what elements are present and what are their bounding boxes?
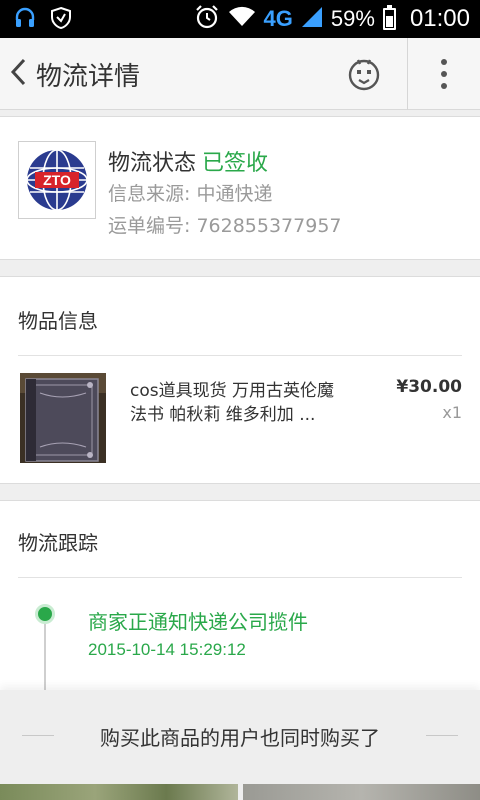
product-price: ¥30.00 xyxy=(396,377,462,397)
recommend-title: 购买此商品的用户也同时购买了 xyxy=(100,726,380,750)
more-dot xyxy=(441,59,447,65)
titlebar-divider xyxy=(407,38,408,110)
goods-info-card: 物品信息 cos道具现货 万用古英伦魔法书 帕秋莉 维多利加 ... ¥30.0… xyxy=(0,276,480,484)
info-source: 信息来源: 中通快递 xyxy=(108,183,273,205)
status-bar: 4G 59% 01:00 xyxy=(0,0,480,38)
timeline-line xyxy=(44,624,46,690)
product-thumbnail[interactable] xyxy=(20,373,106,463)
chevron-left-icon xyxy=(8,57,28,91)
product-quantity: x1 xyxy=(442,403,462,422)
page-title: 物流详情 xyxy=(36,61,141,92)
tracking-section-title: 物流跟踪 xyxy=(18,531,98,555)
recommend-product-image[interactable] xyxy=(243,784,480,800)
status-value: 已签收 xyxy=(202,151,269,176)
timeline-dot xyxy=(35,604,55,624)
clock: 01:00 xyxy=(409,5,470,32)
recommend-divider-right xyxy=(426,735,458,736)
goods-section-title: 物品信息 xyxy=(18,309,98,333)
logo-text: ZTO xyxy=(43,172,71,188)
logistics-status-card: ZTO 物流状态 已签收 信息来源: 中通快递 运单编号: 76285537795… xyxy=(0,116,480,260)
headset-icon xyxy=(14,6,36,34)
more-dot xyxy=(441,71,447,77)
recommend-product-image[interactable] xyxy=(0,784,238,800)
section-divider xyxy=(18,577,462,578)
more-menu-button[interactable] xyxy=(430,56,458,92)
signal-icon xyxy=(301,6,323,33)
waybill-number[interactable]: 运单编号: 762855377957 xyxy=(108,211,342,238)
wifi-icon xyxy=(228,6,256,33)
network-type: 4G xyxy=(263,6,293,31)
product-name[interactable]: cos道具现货 万用古英伦魔法书 帕秋莉 维多利加 ... xyxy=(130,379,350,427)
logistics-status: 物流状态 已签收 xyxy=(108,145,268,177)
tracking-event-time: 2015-10-14 15:29:12 xyxy=(88,640,246,659)
customer-service-button[interactable] xyxy=(344,54,384,94)
back-button[interactable]: 物流详情 xyxy=(0,38,140,110)
alarm-icon xyxy=(194,4,220,35)
shield-icon xyxy=(50,6,72,34)
section-divider xyxy=(18,355,462,356)
title-bar: 物流详情 xyxy=(0,38,480,110)
tracking-card: 物流跟踪 xyxy=(0,500,480,690)
status-label: 物流状态 xyxy=(108,151,197,176)
tracking-event-text: 商家正通知快递公司揽件 xyxy=(88,610,308,634)
battery-icon xyxy=(382,5,396,30)
recommend-section: 购买此商品的用户也同时购买了 xyxy=(0,690,480,800)
robot-face-icon xyxy=(344,59,384,98)
zto-logo: ZTO xyxy=(18,141,96,219)
battery-percent: 59% xyxy=(330,6,375,31)
more-dot xyxy=(441,83,447,89)
